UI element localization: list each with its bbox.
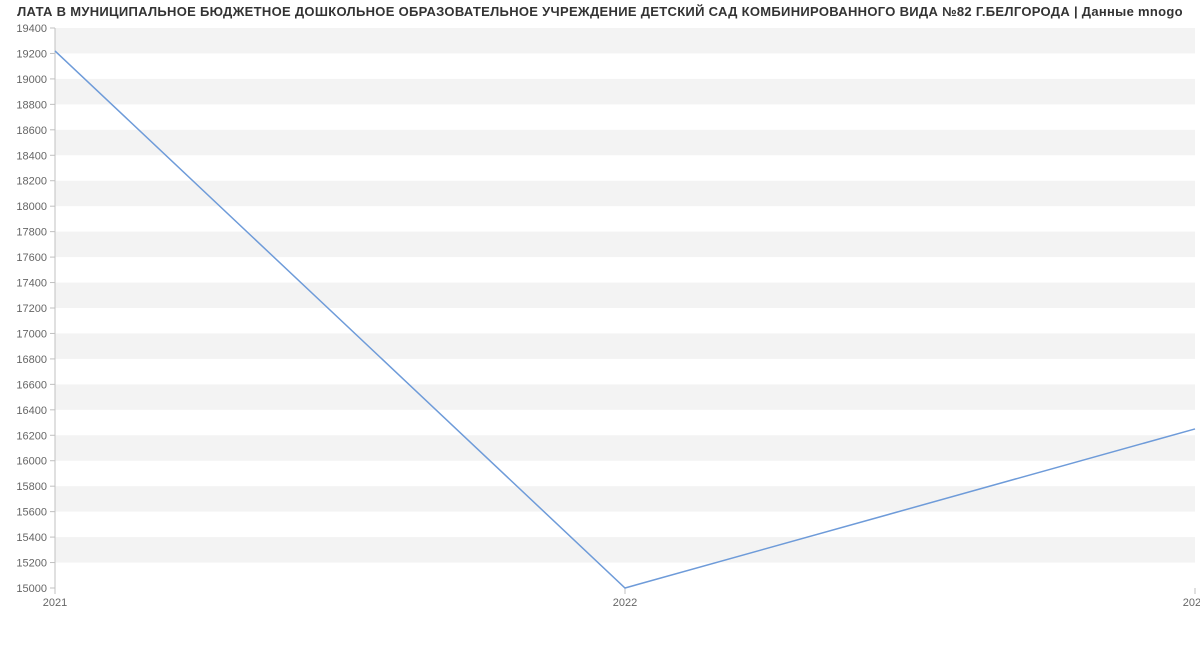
y-tick-label: 15000 [16, 583, 47, 595]
grid-band [55, 28, 1195, 53]
grid-band [55, 333, 1195, 358]
y-tick-label: 19200 [16, 48, 47, 60]
chart-title: ЛАТА В МУНИЦИПАЛЬНОЕ БЮДЖЕТНОЕ ДОШКОЛЬНО… [0, 4, 1200, 19]
y-tick-label: 16800 [16, 354, 47, 366]
chart-container: ЛАТА В МУНИЦИПАЛЬНОЕ БЮДЖЕТНОЕ ДОШКОЛЬНО… [0, 0, 1200, 650]
grid-band [55, 79, 1195, 104]
y-tick-label: 16000 [16, 456, 47, 468]
y-tick-label: 15600 [16, 507, 47, 519]
x-tick-label: 2021 [43, 597, 67, 609]
grid-band [55, 435, 1195, 460]
y-tick-label: 15200 [16, 558, 47, 570]
grid-band [55, 384, 1195, 409]
y-tick-label: 17600 [16, 252, 47, 264]
x-tick-label: 2023 [1183, 597, 1200, 609]
y-tick-label: 19400 [16, 23, 47, 35]
y-tick-label: 16400 [16, 405, 47, 417]
grid-band [55, 130, 1195, 155]
y-tick-label: 17200 [16, 303, 47, 315]
y-tick-label: 19000 [16, 74, 47, 86]
y-tick-label: 18000 [16, 201, 47, 213]
y-tick-label: 16200 [16, 430, 47, 442]
y-tick-label: 18200 [16, 176, 47, 188]
y-tick-label: 18400 [16, 150, 47, 162]
y-tick-label: 17400 [16, 278, 47, 290]
y-tick-label: 18800 [16, 99, 47, 111]
y-tick-label: 18600 [16, 125, 47, 137]
grid-band [55, 181, 1195, 206]
y-tick-label: 16600 [16, 379, 47, 391]
y-tick-label: 17800 [16, 227, 47, 239]
x-tick-label: 2022 [613, 597, 637, 609]
grid-band [55, 283, 1195, 308]
y-tick-label: 15800 [16, 481, 47, 493]
grid-band [55, 486, 1195, 511]
grid-band [55, 537, 1195, 562]
chart-svg: 1500015200154001560015800160001620016400… [55, 28, 1195, 588]
y-tick-label: 17000 [16, 328, 47, 340]
plot-area: 1500015200154001560015800160001620016400… [55, 28, 1195, 588]
grid-band [55, 232, 1195, 257]
y-tick-label: 15400 [16, 532, 47, 544]
